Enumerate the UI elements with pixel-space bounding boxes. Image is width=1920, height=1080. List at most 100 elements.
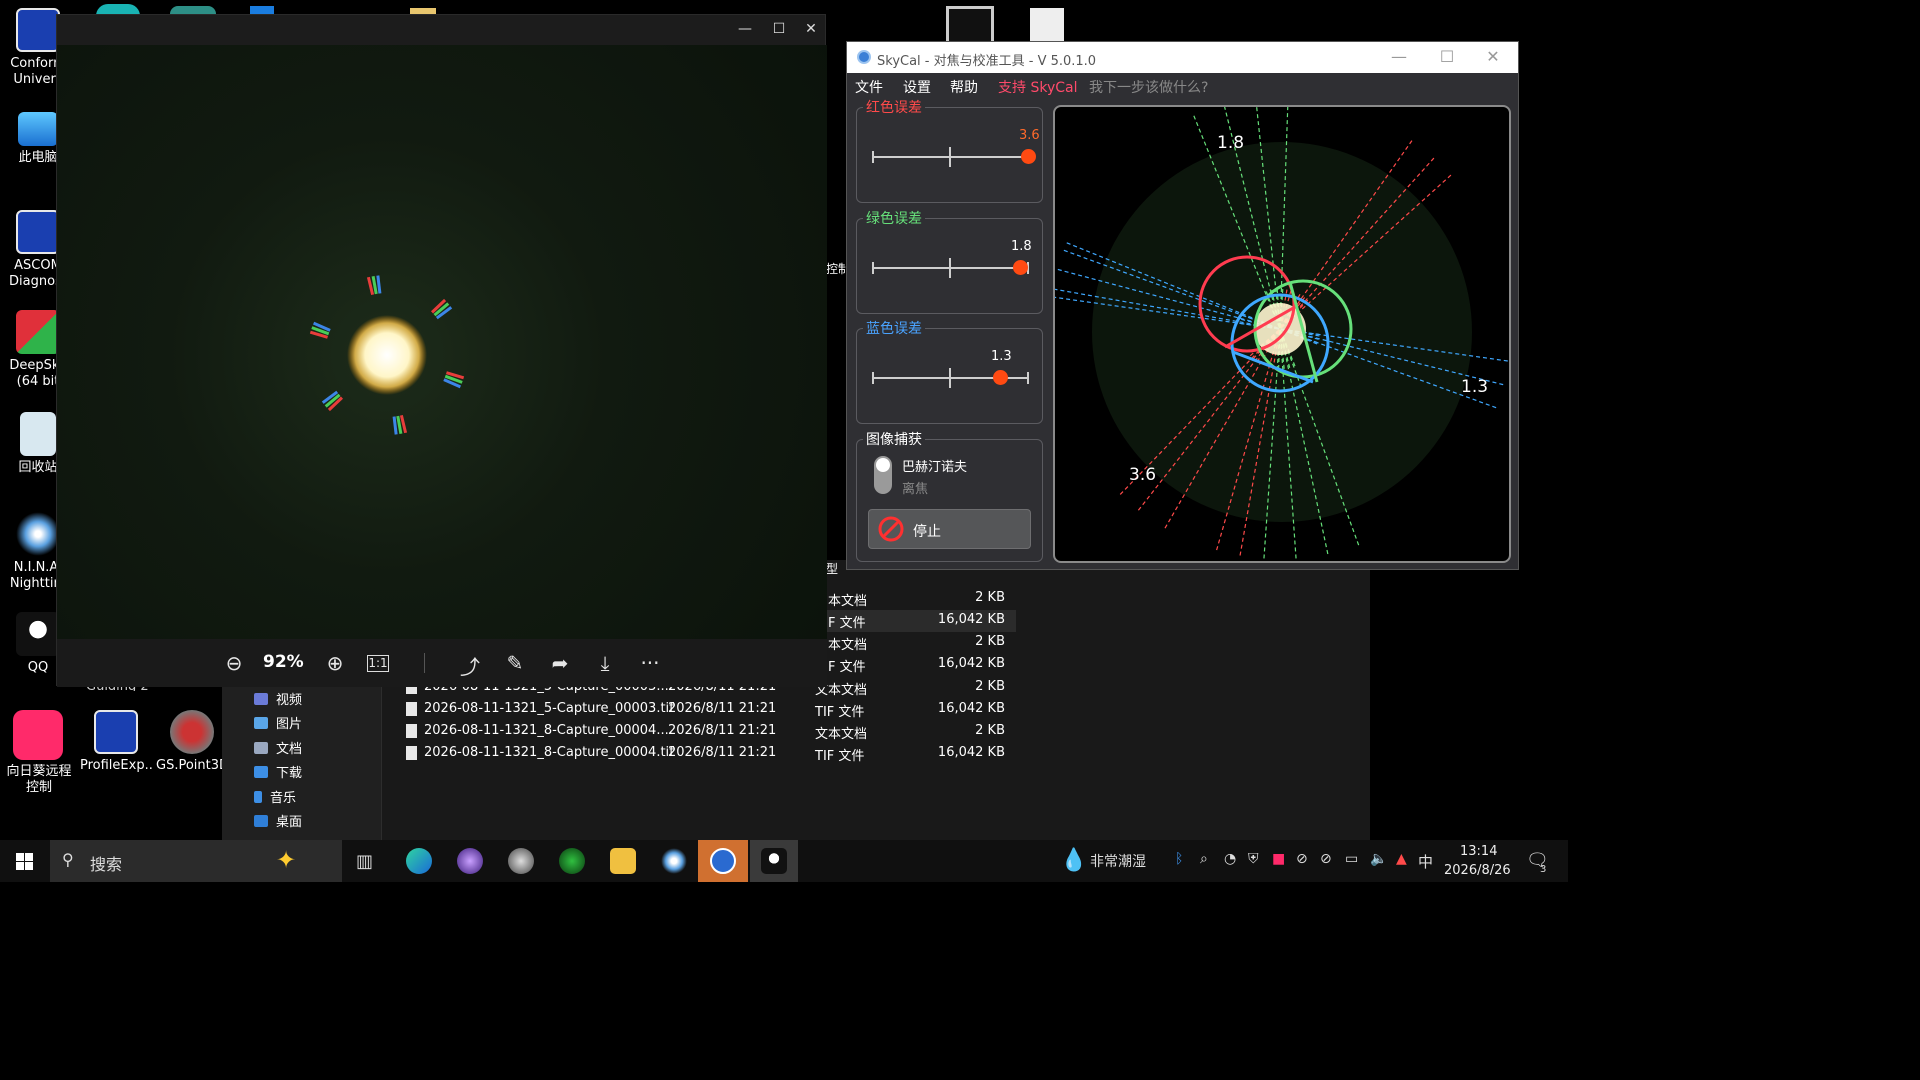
search-tray-icon[interactable]: ⌕: [1200, 851, 1208, 867]
zoom-out-icon[interactable]: ⊖: [221, 651, 247, 675]
desktop-icon-label: 向日葵远程控制: [6, 764, 72, 795]
desktop-icon-gspoint3d[interactable]: GS.Point3D: [156, 710, 228, 774]
sparkle-icon: ✦: [276, 846, 297, 874]
nav-item-documents[interactable]: 文档: [254, 738, 302, 757]
close-button[interactable]: ✕: [1483, 47, 1503, 66]
file-type: TIF 文件: [815, 749, 865, 764]
security-shield-icon[interactable]: ⛨: [1248, 851, 1259, 867]
diffraction-spike: [396, 415, 403, 435]
slider-tick: [1027, 372, 1029, 384]
start-windows-icon[interactable]: [16, 853, 33, 870]
slider-tick: [949, 147, 951, 167]
stellarium-icon[interactable]: [457, 848, 483, 874]
menu-settings[interactable]: 设置: [903, 77, 931, 97]
nav-item-desktop[interactable]: 桌面: [254, 811, 302, 830]
minimize-button[interactable]: —: [1389, 47, 1409, 66]
file-date: 2026/8/11 21:21: [668, 723, 777, 738]
weather-status[interactable]: 非常潮湿: [1090, 851, 1146, 871]
clock-time[interactable]: 13:14: [1460, 844, 1497, 859]
blue-slider-thumb[interactable]: [993, 370, 1009, 385]
file-explorer-icon[interactable]: [610, 848, 636, 874]
wifi-icon[interactable]: ◔: [1224, 851, 1236, 867]
sunlogin-icon: [13, 710, 63, 760]
sunlogin-tray-icon[interactable]: ■: [1272, 851, 1285, 867]
nav-label: 音乐: [270, 791, 297, 806]
phd2-icon[interactable]: [559, 848, 585, 874]
qq-taskbar-active[interactable]: [750, 840, 798, 882]
image-capture-group: 图像捕获 巴赫汀诺夫 离焦 停止: [856, 429, 1043, 562]
nav-item-downloads[interactable]: 下载: [254, 762, 302, 781]
maximize-button[interactable]: ☐: [769, 21, 789, 37]
nav-label: 图片: [276, 717, 303, 732]
file-size: 16,042 KB: [937, 701, 1005, 716]
file-name: 2026-08-11-1321_8-Capture_00004....: [424, 723, 673, 738]
minimize-button[interactable]: —: [735, 21, 755, 37]
menu-file[interactable]: 文件: [855, 77, 883, 97]
skycal-logo-icon: [857, 50, 871, 64]
desktop-icon-sunlogin[interactable]: 向日葵远程控制: [2, 710, 74, 796]
close-button[interactable]: ✕: [801, 21, 821, 37]
menu-help[interactable]: 帮助: [950, 77, 978, 97]
input-method-indicator[interactable]: 中: [1418, 851, 1433, 872]
volume-icon[interactable]: 🔈: [1370, 851, 1387, 867]
mask-type-label: 巴赫汀诺夫: [902, 460, 968, 475]
table-row[interactable]: 2026-08-11-1321_5-Capture_00003.tif 2026…: [402, 698, 1022, 720]
nav-item-music[interactable]: 音乐: [254, 787, 296, 806]
computer-icon: [18, 112, 58, 146]
skycal-taskbar-active[interactable]: [698, 840, 748, 882]
actual-size-button[interactable]: 1:1: [367, 655, 389, 672]
green-slider-thumb[interactable]: [1013, 260, 1029, 275]
table-row[interactable]: 2026-08-11-1321_8-Capture_00004.tif 2026…: [402, 742, 1022, 764]
desktop-icon-profileexplorer[interactable]: ProfileExp...: [80, 710, 152, 774]
red-slider-thumb[interactable]: [1021, 149, 1036, 164]
menu-support[interactable]: 支持 SkyCal: [998, 77, 1077, 97]
ascom-icon: [16, 8, 60, 52]
moon-app-icon[interactable]: [508, 848, 534, 874]
clock-date[interactable]: 2026/8/26: [1444, 863, 1511, 878]
table-row[interactable]: 2026-08-11-1321_8-Capture_00004.... 2026…: [402, 720, 1022, 742]
toggle-knob: [876, 458, 890, 472]
stop-button[interactable]: 停止: [868, 509, 1031, 549]
network-off-icon-2[interactable]: ⊘: [1320, 851, 1332, 867]
search-placeholder: 搜索: [90, 855, 123, 874]
edge-browser-icon[interactable]: [406, 848, 432, 874]
skycal-taskbar-icon: [710, 848, 736, 874]
ascom-icon: [94, 710, 138, 754]
zoom-level[interactable]: 92%: [263, 652, 304, 672]
zoom-in-icon[interactable]: ⊕: [322, 651, 348, 675]
ime-tray-icon[interactable]: ▲: [1396, 851, 1407, 867]
slider-tick: [949, 258, 951, 278]
menu-next-step[interactable]: 我下一步该做什么?: [1089, 77, 1208, 97]
maximize-button[interactable]: ☐: [1437, 47, 1457, 66]
battery-icon[interactable]: ▭: [1345, 851, 1358, 867]
share-icon[interactable]: ➦: [547, 651, 573, 675]
nav-item-pictures[interactable]: 图片: [254, 713, 302, 732]
nina-icon: [16, 512, 60, 556]
nav-item-videos[interactable]: 视频: [254, 689, 302, 708]
search-box[interactable]: ⚲ 搜索 ✦: [50, 840, 342, 882]
focus-mode-toggle[interactable]: [874, 456, 892, 494]
task-view-icon[interactable]: ▥: [356, 851, 373, 872]
window-app-icon[interactable]: [946, 6, 994, 44]
edit-pencil-icon[interactable]: ✎: [502, 651, 528, 675]
bluetooth-icon[interactable]: ᛒ: [1175, 851, 1183, 867]
nav-label: 下载: [276, 766, 303, 781]
download-icon[interactable]: ⤓: [592, 651, 618, 675]
star-image[interactable]: [57, 45, 827, 639]
partial-type-cell: 本文档: [828, 638, 868, 653]
file-icon[interactable]: [1030, 8, 1064, 42]
diffraction-spike: [392, 416, 398, 435]
ascom-icon: [16, 210, 60, 254]
file-size: 2 KB: [975, 723, 1005, 738]
network-off-icon[interactable]: ⊘: [1296, 851, 1308, 867]
recycle-bin-icon: [20, 412, 56, 456]
slider-tick: [872, 262, 874, 274]
tif-file-icon: [406, 746, 417, 760]
search-icon: ⚲: [62, 850, 74, 869]
diffraction-spike: [366, 276, 375, 296]
more-options-icon[interactable]: ···: [637, 651, 663, 675]
red-error-group: 红色误差 3.6: [856, 97, 1043, 203]
rotate-icon[interactable]: ⤴: [457, 651, 483, 680]
stop-prohibited-icon: [878, 516, 904, 542]
nina-taskbar-icon[interactable]: [661, 848, 687, 874]
